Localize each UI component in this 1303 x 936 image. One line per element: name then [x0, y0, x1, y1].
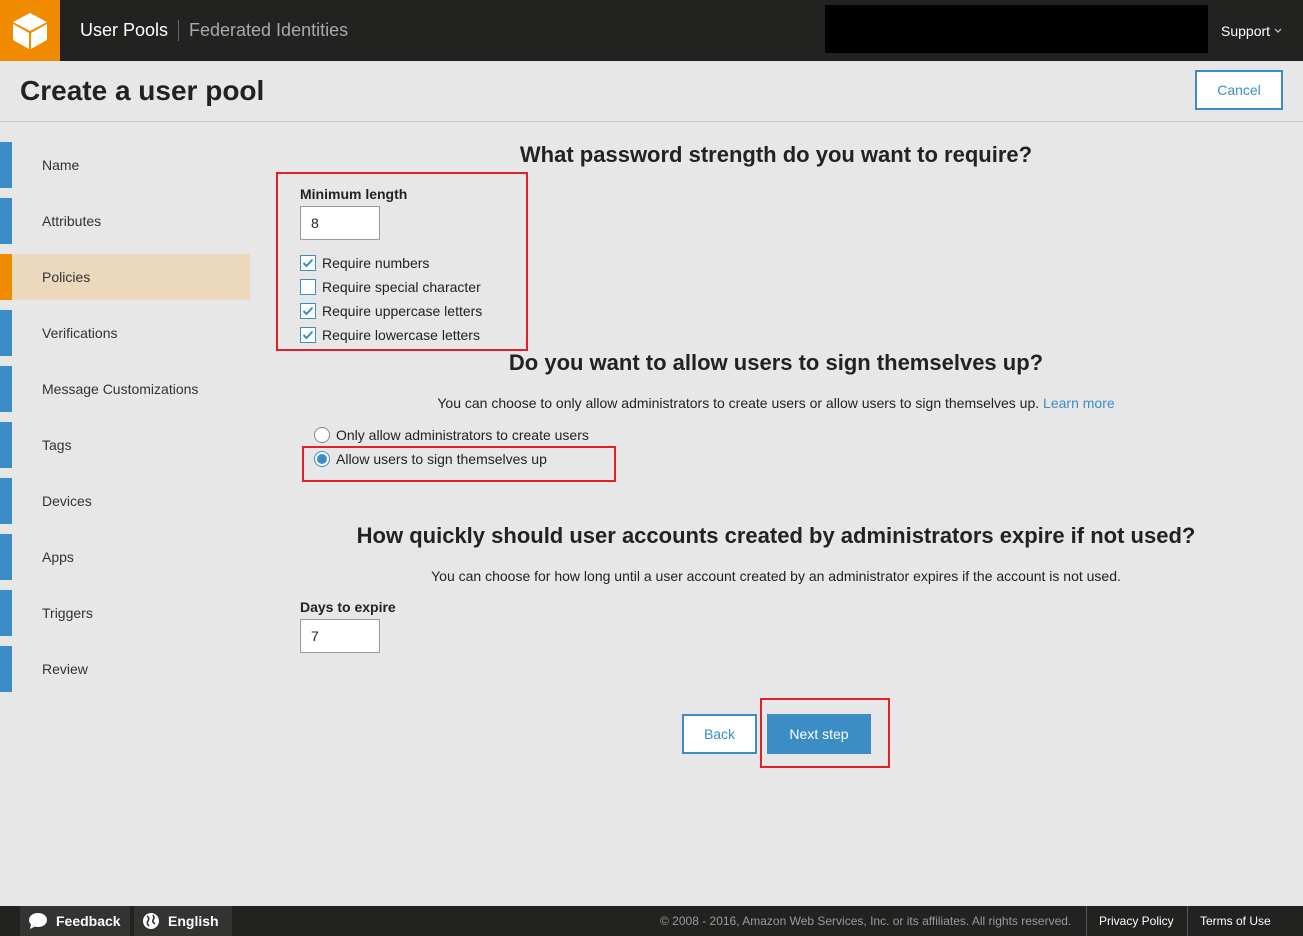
learn-more-link[interactable]: Learn more	[1043, 395, 1115, 411]
sign-up-description-text: You can choose to only allow administrat…	[437, 395, 1040, 411]
expire-description: You can choose for how long until a user…	[431, 568, 1121, 584]
cancel-button[interactable]: Cancel	[1195, 70, 1283, 110]
sidebar-item-label: Review	[42, 661, 88, 677]
days-to-expire-label: Days to expire	[300, 599, 396, 615]
sidebar-item-policies[interactable]: Policies	[0, 254, 250, 300]
sidebar-item-devices[interactable]: Devices	[0, 478, 250, 524]
nav-divider	[178, 20, 179, 41]
footer: Feedback English © 2008 - 2016, Amazon W…	[0, 906, 1303, 936]
page-title: Create a user pool	[20, 75, 265, 106]
terms-of-use-link[interactable]: Terms of Use	[1200, 914, 1271, 928]
language-button[interactable]: English	[134, 906, 232, 936]
support-menu[interactable]: Support	[1221, 23, 1282, 39]
footer-divider	[1187, 906, 1188, 936]
sidebar-item-label: Triggers	[42, 605, 93, 621]
redacted-account-area	[825, 5, 1208, 53]
feedback-button[interactable]: Feedback	[20, 906, 130, 936]
sidebar-item-name[interactable]: Name	[0, 142, 250, 188]
sign-up-heading: Do you want to allow users to sign thems…	[508, 350, 1044, 375]
step-indicator	[0, 534, 12, 580]
password-options-highlight	[276, 172, 528, 351]
admin-only-label: Only allow administrators to create user…	[336, 427, 589, 443]
step-indicator-active	[0, 254, 12, 300]
back-button[interactable]: Back	[682, 714, 757, 754]
sidebar-item-label: Devices	[42, 493, 92, 509]
sidebar-item-triggers[interactable]: Triggers	[0, 590, 250, 636]
speech-bubble-icon	[29, 913, 47, 929]
globe-icon	[143, 913, 159, 929]
step-indicator	[0, 422, 12, 468]
support-label: Support	[1221, 23, 1271, 39]
sidebar-item-label: Attributes	[42, 213, 102, 229]
cube-logo-icon[interactable]	[0, 0, 60, 61]
expire-heading: How quickly should user accounts created…	[356, 523, 1196, 548]
sign-up-description: You can choose to only allow administrat…	[276, 395, 1276, 411]
sidebar-item-review[interactable]: Review	[0, 646, 250, 692]
step-indicator	[0, 646, 12, 692]
days-to-expire-input[interactable]	[300, 619, 380, 653]
sidebar-item-label: Name	[42, 157, 80, 173]
copyright-text: © 2008 - 2016, Amazon Web Services, Inc.…	[660, 914, 1072, 928]
sidebar-item-label: Policies	[42, 269, 91, 285]
step-indicator	[0, 310, 12, 356]
header-divider	[0, 121, 1303, 122]
step-indicator	[0, 478, 12, 524]
privacy-policy-link[interactable]: Privacy Policy	[1099, 914, 1174, 928]
password-strength-heading: What password strength do you want to re…	[519, 142, 1033, 167]
sidebar-item-attributes[interactable]: Attributes	[0, 198, 250, 244]
wizard-steps-sidebar: Name Attributes Policies Verifications M…	[0, 142, 250, 702]
nav-user-pools[interactable]: User Pools	[80, 20, 168, 41]
sidebar-item-apps[interactable]: Apps	[0, 534, 250, 580]
top-bar: User Pools Federated Identities Support	[0, 0, 1303, 61]
sidebar-item-verifications[interactable]: Verifications	[0, 310, 250, 356]
footer-divider	[1086, 906, 1087, 936]
step-indicator	[0, 198, 12, 244]
language-label: English	[168, 913, 219, 929]
admin-only-option[interactable]: Only allow administrators to create user…	[314, 427, 589, 443]
self-signup-highlight	[302, 446, 616, 482]
chevron-down-icon	[1274, 28, 1282, 33]
sidebar-item-label: Verifications	[42, 325, 118, 341]
nav-federated-identities[interactable]: Federated Identities	[189, 20, 348, 41]
sidebar-item-label: Tags	[42, 437, 72, 453]
sidebar-item-label: Apps	[42, 549, 74, 565]
next-step-highlight	[760, 698, 890, 768]
sidebar-item-tags[interactable]: Tags	[0, 422, 250, 468]
step-indicator	[0, 142, 12, 188]
feedback-label: Feedback	[56, 913, 121, 929]
admin-only-radio[interactable]	[314, 427, 330, 443]
sidebar-item-label: Message Customizations	[42, 381, 199, 397]
sidebar-item-message-customizations[interactable]: Message Customizations	[0, 366, 250, 412]
step-indicator	[0, 590, 12, 636]
step-indicator	[0, 366, 12, 412]
